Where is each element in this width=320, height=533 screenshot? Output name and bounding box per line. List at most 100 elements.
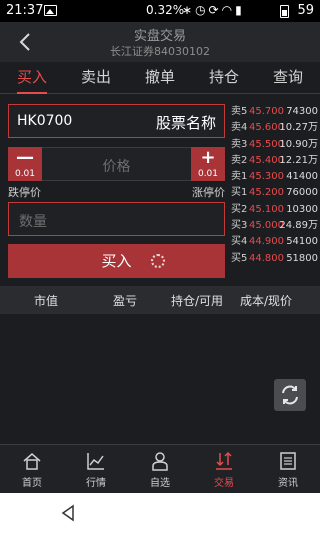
- order-level-label: 卖2: [231, 154, 248, 166]
- buy-button[interactable]: 买入: [8, 244, 225, 278]
- quantity-input[interactable]: 数量: [8, 202, 225, 236]
- nav-watchlist-label: 自选: [150, 478, 170, 489]
- order-level-label: 买1: [231, 187, 248, 199]
- nav-home[interactable]: 首页: [0, 445, 64, 494]
- order-book-row[interactable]: 卖1 45.300 41400: [229, 169, 320, 185]
- system-back-icon[interactable]: [58, 503, 78, 523]
- status-time: 21:37: [6, 3, 44, 18]
- order-volume: 10.27万: [279, 122, 318, 134]
- price-decrease-button[interactable]: — 0.01: [8, 147, 42, 181]
- nav-watchlist[interactable]: 自选: [128, 445, 192, 494]
- minus-icon: —: [16, 147, 34, 168]
- order-level-label: 卖4: [231, 122, 248, 134]
- order-volume: 51800: [286, 252, 318, 264]
- system-nav-bar: [0, 493, 320, 533]
- trade-tabs: 买入 卖出 撤单 持仓 查询: [0, 62, 320, 94]
- refresh-icon: [282, 385, 298, 405]
- order-book-row[interactable]: 卖5 45.700 74300: [229, 104, 320, 120]
- alarm-icon: ◷: [195, 3, 209, 17]
- order-volume: 54100: [286, 236, 318, 248]
- home-icon: [23, 453, 41, 470]
- order-level-label: 买2: [231, 203, 248, 215]
- order-price: 45.700: [249, 106, 284, 117]
- nav-trade-label: 交易: [214, 478, 234, 489]
- order-level-label: 卖3: [231, 138, 248, 150]
- positions-header: 市值 盈亏 持仓/可用 成本/现价: [0, 286, 320, 314]
- order-volume: 10.90万: [279, 138, 318, 150]
- order-book-row[interactable]: 卖2 45.400 12.21万: [229, 153, 320, 169]
- stock-name-label: 股票名称: [155, 114, 216, 132]
- order-book-row[interactable]: 买5 44.800 51800: [229, 251, 320, 267]
- order-volume: 76000: [286, 187, 318, 199]
- trade-icon: [216, 451, 232, 470]
- refresh-button[interactable]: [274, 379, 306, 411]
- account-subtitle: 长江证券84030102: [110, 45, 210, 58]
- step-down-amount: 0.01: [14, 169, 36, 179]
- buy-button-label: 买入: [101, 252, 132, 270]
- image-icon: [44, 5, 57, 16]
- page-title: 实盘交易: [133, 29, 186, 44]
- order-book-row[interactable]: 买3 45.000 24.89万: [229, 218, 320, 234]
- price-input[interactable]: 价格: [43, 156, 190, 176]
- chart-icon: [87, 453, 104, 470]
- order-book-row[interactable]: 买4 44.900 54100: [229, 234, 320, 250]
- step-up-amount: 0.01: [197, 169, 219, 179]
- user-icon: [152, 452, 168, 471]
- order-volume: 41400: [286, 171, 318, 183]
- tab-query[interactable]: 查询: [263, 62, 313, 94]
- price-stepper: — 0.01 价格 + 0.01: [8, 147, 225, 181]
- nav-news[interactable]: 资讯: [256, 445, 320, 494]
- nav-market[interactable]: 行情: [64, 445, 128, 494]
- nav-market-label: 行情: [86, 478, 106, 489]
- bluetooth-icon: ∗: [182, 3, 196, 17]
- tab-buy[interactable]: 买入: [7, 62, 57, 94]
- limit-down-label: 跌停价: [8, 186, 41, 199]
- order-volume: 74300: [286, 106, 318, 117]
- loading-spinner-icon: [151, 254, 165, 268]
- order-book-row[interactable]: 买2 45.100 10300: [229, 202, 320, 218]
- tab-sell[interactable]: 卖出: [71, 62, 121, 94]
- order-volume: 12.21万: [279, 154, 318, 166]
- nav-home-label: 首页: [22, 478, 42, 489]
- order-book-row[interactable]: 卖3 45.500 10.90万: [229, 137, 320, 153]
- price-limits: 跌停价 涨停价: [8, 184, 225, 199]
- order-price: 45.300: [249, 171, 284, 183]
- title-bar: 实盘交易 长江证券84030102: [0, 22, 320, 62]
- status-bar: 21:37 0.32% ∗◷⟳◠▮ 59: [0, 0, 320, 22]
- order-volume: 10300: [286, 203, 318, 215]
- signal-icon: ▮: [235, 3, 245, 17]
- order-level-label: 卖1: [231, 171, 248, 183]
- order-level-label: 卖5: [231, 106, 248, 117]
- order-level-label: 买5: [231, 252, 248, 264]
- tab-positions[interactable]: 持仓: [199, 62, 249, 94]
- order-price: 45.200: [249, 187, 284, 199]
- order-level-label: 买3: [231, 220, 248, 232]
- price-increase-button[interactable]: + 0.01: [191, 147, 225, 181]
- col-profit-loss: 盈亏: [113, 294, 138, 308]
- limit-up-label: 涨停价: [192, 186, 225, 199]
- nav-news-label: 资讯: [278, 478, 298, 489]
- status-icons: ∗◷⟳◠▮: [182, 3, 245, 17]
- order-book-row[interactable]: 卖4 45.600 10.27万: [229, 120, 320, 136]
- col-holding-available: 持仓/可用: [171, 294, 224, 308]
- bottom-nav: 首页 行情 自选 交易 资讯: [0, 444, 320, 493]
- status-net-speed: 0.32%: [146, 3, 185, 17]
- tab-cancel[interactable]: 撤单: [135, 62, 185, 94]
- nav-trade[interactable]: 交易: [192, 445, 256, 494]
- news-icon: [280, 452, 296, 470]
- plus-icon: +: [200, 147, 216, 168]
- order-price: 44.800: [249, 252, 284, 264]
- order-book-row[interactable]: 买1 45.200 76000: [229, 185, 320, 201]
- order-price: 45.100: [249, 203, 284, 215]
- order-book: 卖5 45.700 74300 卖4 45.600 10.27万 卖3 45.500 10.90…: [229, 104, 320, 267]
- order-volume: 24.89万: [279, 220, 318, 232]
- stock-code-input[interactable]: HK0700 股票名称: [8, 104, 225, 138]
- col-cost-price: 成本/现价: [240, 294, 293, 308]
- battery-level: 59: [297, 3, 314, 18]
- order-level-label: 买4: [231, 236, 248, 248]
- order-price: 44.900: [249, 236, 284, 248]
- sync-icon: ⟳: [208, 3, 222, 17]
- stock-code-value: HK0700: [17, 113, 73, 129]
- quantity-placeholder: 数量: [19, 214, 47, 230]
- battery-icon: [280, 5, 289, 18]
